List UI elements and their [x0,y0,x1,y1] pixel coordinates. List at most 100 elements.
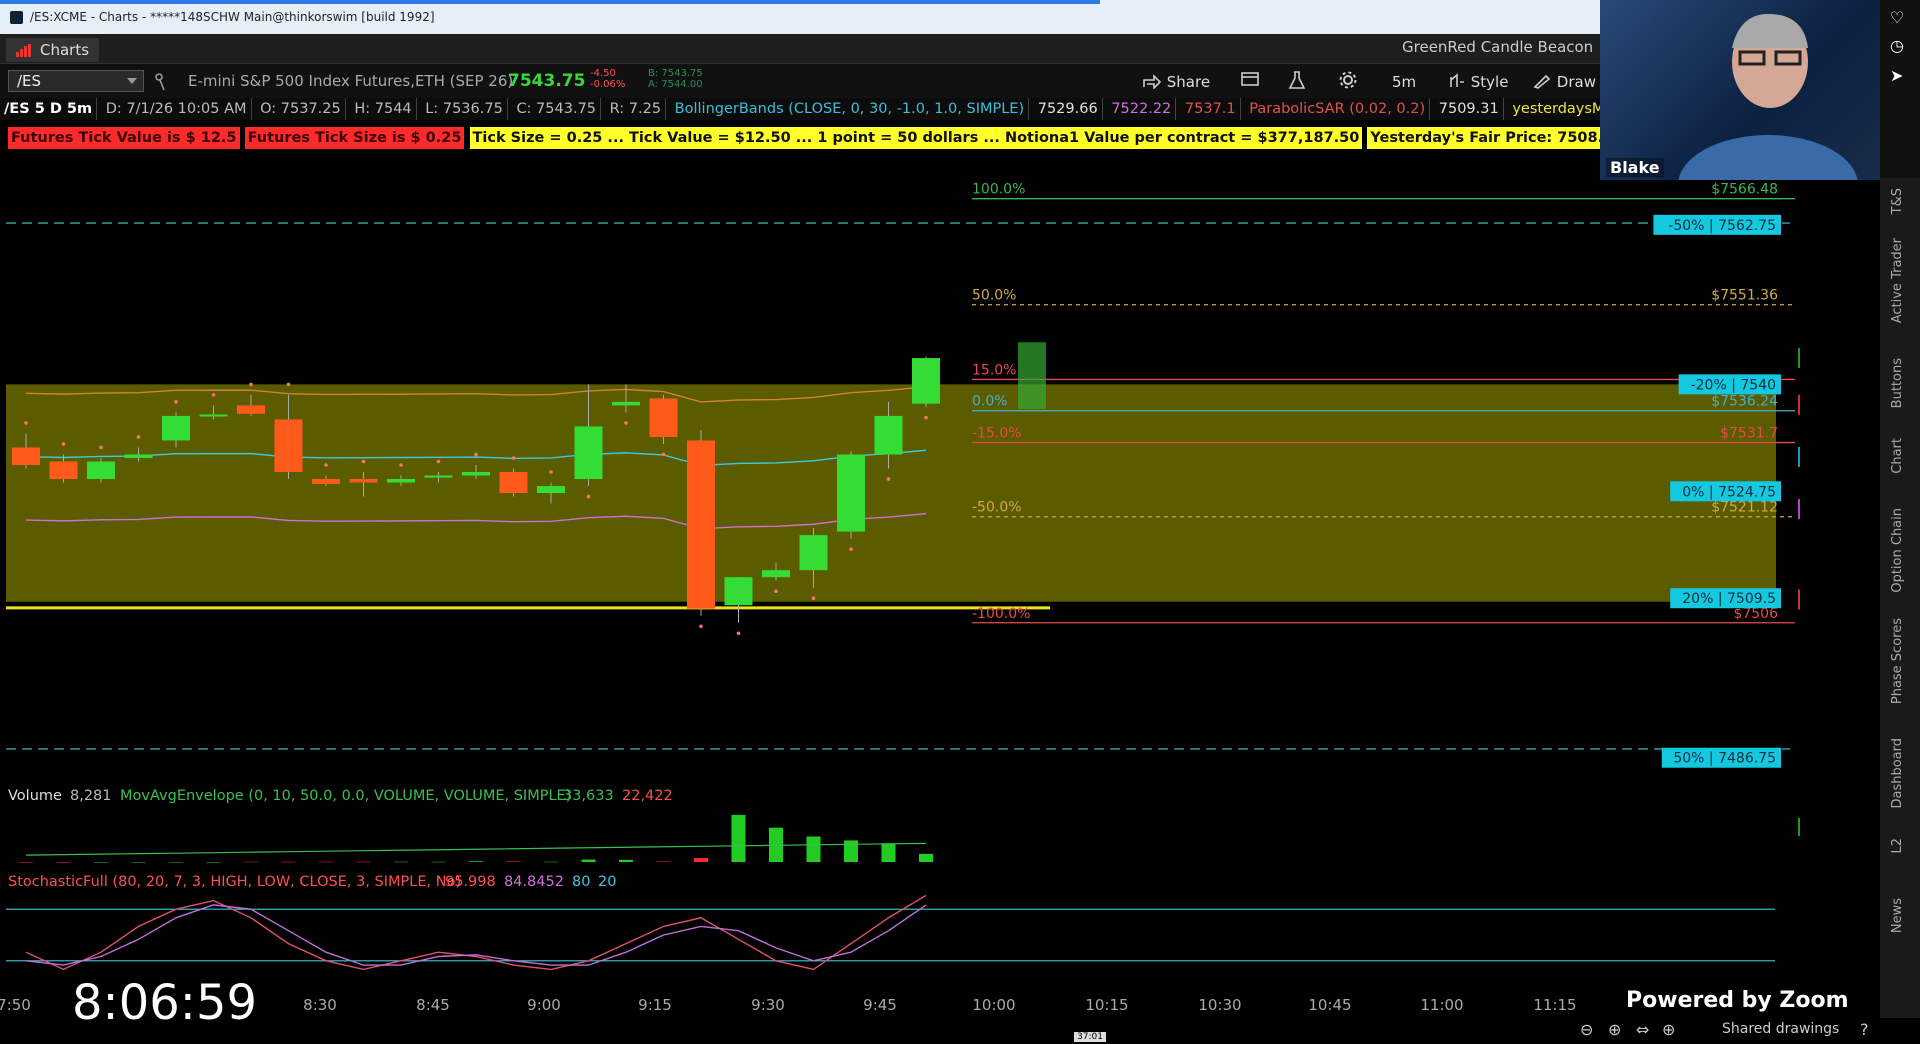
candle-body[interactable] [799,535,828,571]
candle-body[interactable] [537,486,565,494]
candle-body[interactable] [124,454,153,458]
candle-body[interactable] [424,475,453,478]
volume-bar[interactable] [919,853,933,862]
candle-body[interactable] [837,454,865,532]
volume-bar[interactable] [206,862,221,863]
volume-bar[interactable] [94,862,108,863]
cyan-level-label-0: -50% | 7562.75 [1668,218,1776,234]
style-button[interactable]: Style [1448,70,1508,94]
info-bollinger[interactable]: BollingerBands (CLOSE, 0, 30, -1.0, 1.0,… [671,98,1030,120]
timeframe-button[interactable]: 5m [1392,70,1416,94]
candle-body[interactable] [499,472,528,494]
sidebar-tab-3[interactable]: Chart [1890,438,1905,474]
style-label: Style [1470,73,1509,91]
volume-bar[interactable] [544,861,558,863]
candle-body[interactable] [724,577,753,606]
flask-icon [1288,71,1306,89]
send-icon[interactable]: ➤ [1890,66,1903,85]
volume-bar[interactable] [581,859,596,862]
studies-button[interactable] [1288,70,1306,94]
symbol-value: /ES [17,72,42,90]
heart-icon[interactable]: ♡ [1890,8,1904,27]
candle-body[interactable] [162,415,190,441]
candle-body[interactable] [87,461,115,480]
sar-dot [99,445,103,450]
volume-bar[interactable] [694,858,708,862]
pan-icon[interactable]: ⇔ [1636,1020,1649,1039]
sidebar-tab-6[interactable]: Dashboard [1890,738,1905,809]
cyan-level-label-4: 50% | 7486.75 [1673,751,1776,767]
help-icon[interactable]: ? [1860,1020,1869,1039]
sidebar-tab-0[interactable]: T&S [1890,188,1905,214]
candle-body[interactable] [649,398,678,437]
candle-body[interactable] [574,426,603,480]
candle-body[interactable] [912,358,940,404]
volume-bar[interactable] [19,862,33,863]
sidebar-tab-5[interactable]: Phase Scores [1890,618,1905,704]
volume-panel[interactable]: Volume 8,281 MovAvgEnvelope (0, 10, 50.0, … [0,780,1800,866]
volume-bar[interactable] [469,861,483,862]
progress-line [0,0,1100,4]
crosshair-icon[interactable]: ⊕ [1662,1020,1675,1039]
volume-bar[interactable] [881,843,896,862]
volume-bar[interactable] [844,840,858,862]
stoch-study[interactable]: StochasticFull (80, 20, 7, 3, HIGH, LOW,… [8,874,461,890]
chevron-down-icon[interactable] [127,78,137,84]
time-tick-label-9: 10:30 [1198,996,1241,1014]
sidebar-tab-4[interactable]: Option Chain [1890,508,1905,593]
sar-dot [699,624,703,629]
candle-body[interactable] [612,401,640,406]
volume-bar[interactable] [169,862,183,863]
volume-bar[interactable] [56,862,71,863]
candle-body[interactable] [274,419,303,473]
volume-bar[interactable] [356,861,371,863]
info-fair-price[interactable]: yesterdaysMBFairPrice (TICKS) [1508,98,1600,120]
volume-bar[interactable] [731,814,746,862]
volume-bar[interactable] [281,861,296,863]
tab-charts[interactable]: Charts [6,38,100,62]
volume-bar[interactable] [806,836,821,862]
sidebar-tab-7[interactable]: L2 [1890,838,1905,854]
share-button[interactable]: Share [1142,70,1210,94]
volume-bar[interactable] [244,861,258,863]
link-icon[interactable] [154,72,168,92]
sar-dot [436,459,441,464]
volume-bar[interactable] [319,861,333,863]
candle-body[interactable] [687,440,715,609]
settings-button[interactable] [1338,70,1358,94]
volume-bar[interactable] [394,861,408,863]
time-tick-label-11: 11:00 [1420,996,1463,1014]
candle-body[interactable] [12,447,40,465]
candle-body[interactable] [49,461,78,480]
volume-bar[interactable] [131,862,146,863]
candle-body[interactable] [349,479,378,483]
shared-drawings-label[interactable]: Shared drawings [1722,1021,1839,1037]
tab-charts-label: Charts [40,41,90,59]
volume-bar[interactable] [431,861,446,863]
candle-body[interactable] [199,414,228,417]
volume-bar[interactable] [619,859,633,862]
participant-name: Blake [1606,158,1664,177]
zoom-in-icon[interactable]: ⊕ [1608,1020,1621,1039]
volume-bar[interactable] [506,861,521,862]
sidebar-tab-2[interactable]: Buttons [1890,358,1905,408]
candle-body[interactable] [312,479,340,484]
info-sar[interactable]: ParabolicSAR (0.02, 0.2) [1245,98,1431,120]
sidebar-tab-1[interactable]: Active Trader [1890,238,1905,323]
sidebar-tab-8[interactable]: News [1890,898,1905,933]
candle-body[interactable] [874,415,903,455]
chart-settings-button[interactable] [1240,70,1260,94]
clock-icon[interactable]: ◷ [1890,36,1904,55]
zoom-out-icon[interactable]: ⊖ [1580,1020,1593,1039]
candle-body[interactable] [762,570,790,578]
price-chart[interactable]: 100.0% $7566.48 50.0% $7551.36 15.0% 0.0% $753… [0,150,1800,780]
draw-button[interactable]: Draw [1532,70,1596,94]
stochastic-panel[interactable]: StochasticFull (80, 20, 7, 3, HIGH, LOW,… [0,866,1800,986]
volume-bar[interactable] [656,861,671,863]
volume-study[interactable]: MovAvgEnvelope (0, 10, 50.0, 0.0, VOLUME… [120,788,571,804]
candle-body[interactable] [237,405,265,414]
symbol-input[interactable]: /ES [8,70,144,92]
tick-summary-label: Tick Size = 0.25 ... Tick Value = $12.50… [469,127,1363,149]
candle-body[interactable] [462,472,490,476]
candle-body[interactable] [387,479,415,483]
